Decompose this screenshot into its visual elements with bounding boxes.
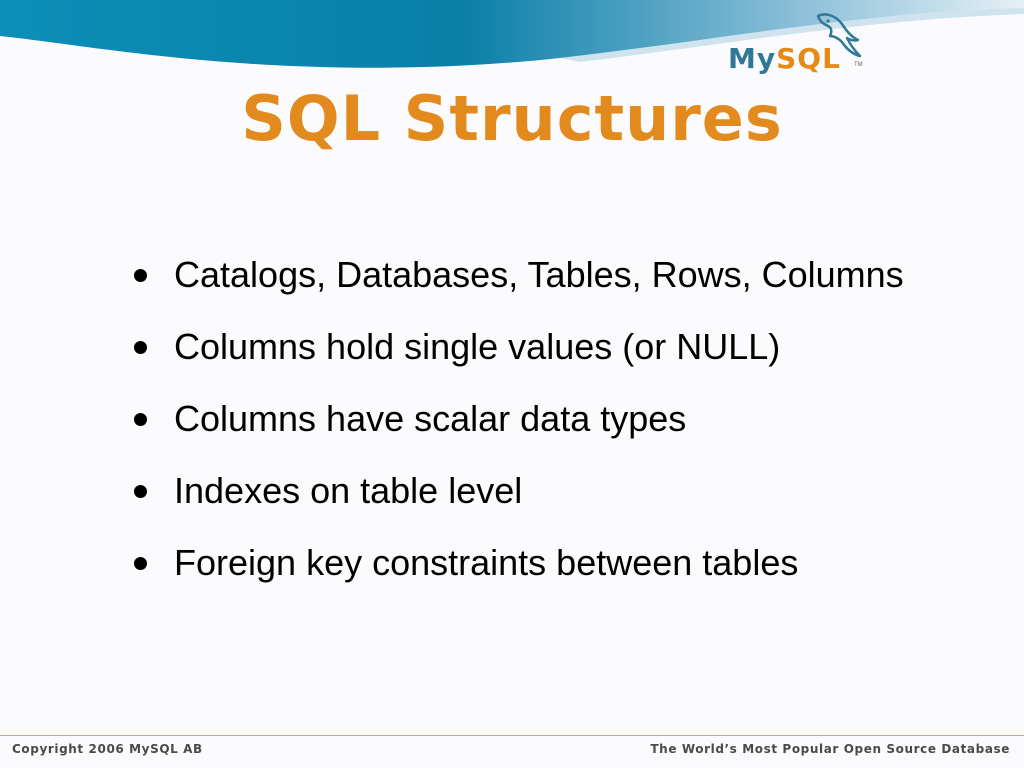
bullet-dot-icon	[134, 341, 147, 354]
bullet-dot-icon	[134, 269, 147, 282]
bullet-dot-icon	[134, 485, 147, 498]
bullet-text: Columns hold single values (or NULL)	[174, 326, 781, 367]
bullet-text: Catalogs, Databases, Tables, Rows, Colum…	[174, 254, 904, 295]
bullet-dot-icon	[134, 413, 147, 426]
footer-copyright: Copyright 2006 MySQL AB	[12, 742, 203, 756]
bullet-text: Indexes on table level	[174, 470, 523, 511]
bullet-item: Columns have scalar data types	[130, 396, 930, 442]
footer-tagline: The World’s Most Popular Open Source Dat…	[650, 742, 1010, 756]
footer-divider	[0, 735, 1024, 736]
logo-sql-text: SQL	[776, 42, 841, 75]
bullet-text: Columns have scalar data types	[174, 398, 687, 439]
mysql-logo: MySQL TM	[722, 12, 872, 80]
bullet-list: Catalogs, Databases, Tables, Rows, Colum…	[130, 252, 930, 612]
bullet-dot-icon	[134, 557, 147, 570]
slide-title: SQL Structures	[241, 82, 783, 155]
logo-my-text: My	[728, 42, 777, 75]
bullet-item: Columns hold single values (or NULL)	[130, 324, 930, 370]
bullet-item: Foreign key constraints between tables	[130, 540, 930, 586]
logo-trademark: TM	[854, 62, 863, 68]
bullet-item: Catalogs, Databases, Tables, Rows, Colum…	[130, 252, 930, 298]
slide: MySQL TM SQL Structures Catalogs, Databa…	[0, 0, 1024, 768]
logo-wordmark: MySQL	[728, 42, 841, 75]
bullet-item: Indexes on table level	[130, 468, 930, 514]
bullet-text: Foreign key constraints between tables	[174, 542, 799, 583]
